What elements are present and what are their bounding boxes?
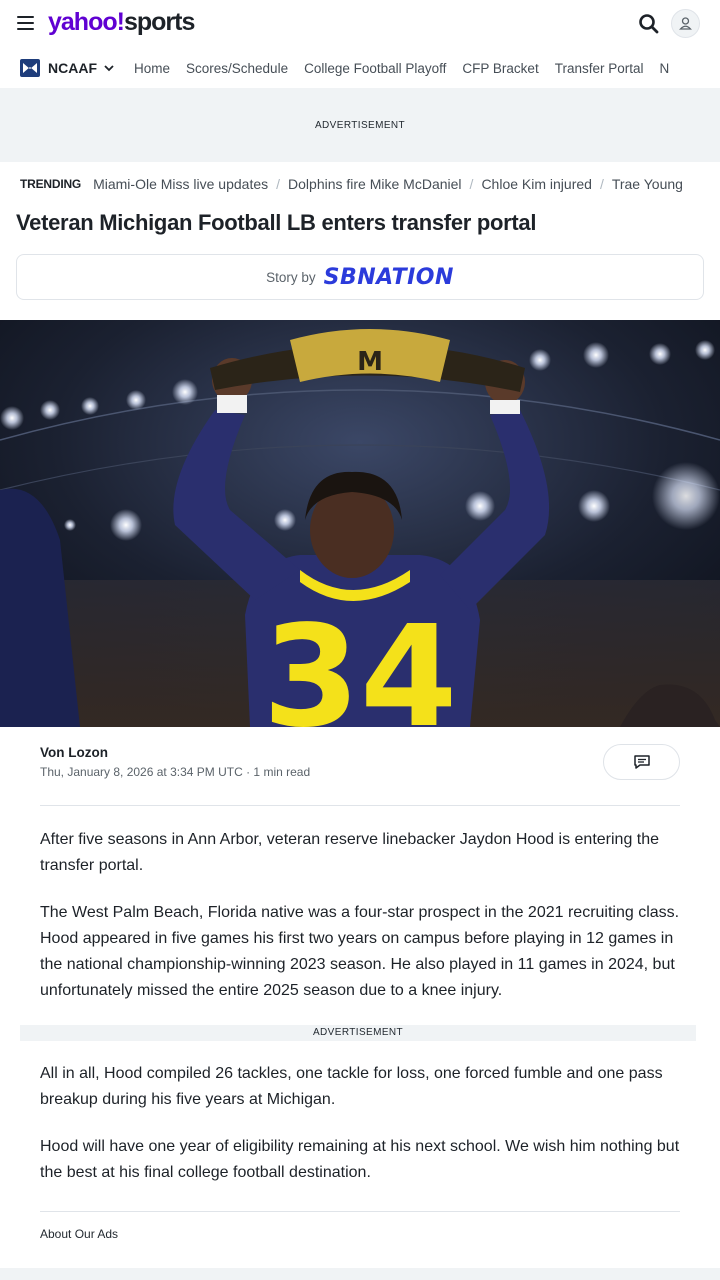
trending-item[interactable]: Dolphins fire Mike McDaniel — [288, 176, 462, 192]
nav-link-bracket[interactable]: CFP Bracket — [462, 61, 538, 76]
trending-item[interactable]: Trae Young — [612, 176, 683, 192]
ad-label: ADVERTISEMENT — [314, 120, 406, 131]
league-label: NCAAF — [48, 60, 97, 76]
trending-separator: / — [469, 176, 474, 192]
article-headline: Veteran Michigan Football LB enters tran… — [16, 210, 537, 235]
belt-emblem: M — [357, 347, 383, 377]
trending-separator: / — [276, 176, 281, 192]
nav-links: Home Scores/Schedule College Football Pl… — [134, 61, 685, 76]
league-selector[interactable]: NCAAF — [20, 59, 115, 77]
ad-label: ADVERTISEMENT — [312, 1027, 404, 1038]
logo-section: sports — [123, 8, 195, 36]
byline-divider — [40, 805, 680, 806]
search-icon[interactable] — [637, 12, 661, 36]
ad-slot-inline: ADVERTISEMENT — [20, 1025, 696, 1041]
article-paragraph: All in all, Hood compiled 26 tackles, on… — [40, 1065, 663, 1108]
jersey-number: 34 — [263, 596, 458, 727]
about-our-ads-link[interactable]: About Our Ads — [40, 1227, 118, 1241]
ncaa-logo-icon — [20, 59, 40, 77]
trending-item[interactable]: Chloe Kim injured — [481, 176, 592, 192]
top-bar: yahoo!sports — [0, 0, 720, 48]
profile-avatar-button[interactable] — [671, 9, 700, 38]
hero-photo: M 34 — [0, 320, 720, 727]
nav-link-home[interactable]: Home — [134, 61, 170, 76]
nav-link-transfer-portal[interactable]: Transfer Portal — [555, 61, 644, 76]
comment-icon — [633, 755, 650, 769]
article-paragraph: After five seasons in Ann Arbor, veteran… — [40, 831, 660, 874]
sbnation-logo: SBNATION — [323, 264, 454, 290]
yahoo-sports-logo[interactable]: yahoo!sports — [48, 8, 195, 37]
trending-bar: TRENDING Miami-Ole Miss live updates / D… — [20, 176, 683, 192]
nav-link-more[interactable]: N — [659, 61, 669, 76]
nav-link-playoff[interactable]: College Football Playoff — [304, 61, 446, 76]
comments-button[interactable] — [603, 744, 680, 780]
article-dateline: Thu, January 8, 2026 at 3:34 PM UTC · 1 … — [40, 765, 311, 779]
article-paragraph: Hood will have one year of eligibility r… — [40, 1138, 680, 1181]
logo-yahoo: yahoo! — [48, 8, 125, 36]
sports-nav: NCAAF Home Scores/Schedule College Footb… — [0, 48, 720, 88]
hero-image[interactable]: M 34 — [0, 320, 720, 727]
article-paragraph: The West Palm Beach, Florida native was … — [40, 904, 680, 999]
user-icon — [679, 17, 692, 30]
footer-divider — [40, 1211, 680, 1212]
menu-icon[interactable] — [17, 16, 34, 30]
footer-band — [0, 1268, 720, 1280]
story-source-banner[interactable]: Story by SBNATION — [16, 254, 704, 300]
trending-item[interactable]: Miami-Ole Miss live updates — [93, 176, 268, 192]
story-by-label: Story by — [266, 269, 316, 285]
trending-separator: / — [599, 176, 604, 192]
author-name[interactable]: Von Lozon — [40, 745, 108, 760]
nav-link-scores[interactable]: Scores/Schedule — [186, 61, 288, 76]
chevron-down-icon — [104, 65, 114, 72]
ad-slot-top: ADVERTISEMENT — [0, 88, 720, 162]
trending-heading: TRENDING — [20, 177, 82, 191]
